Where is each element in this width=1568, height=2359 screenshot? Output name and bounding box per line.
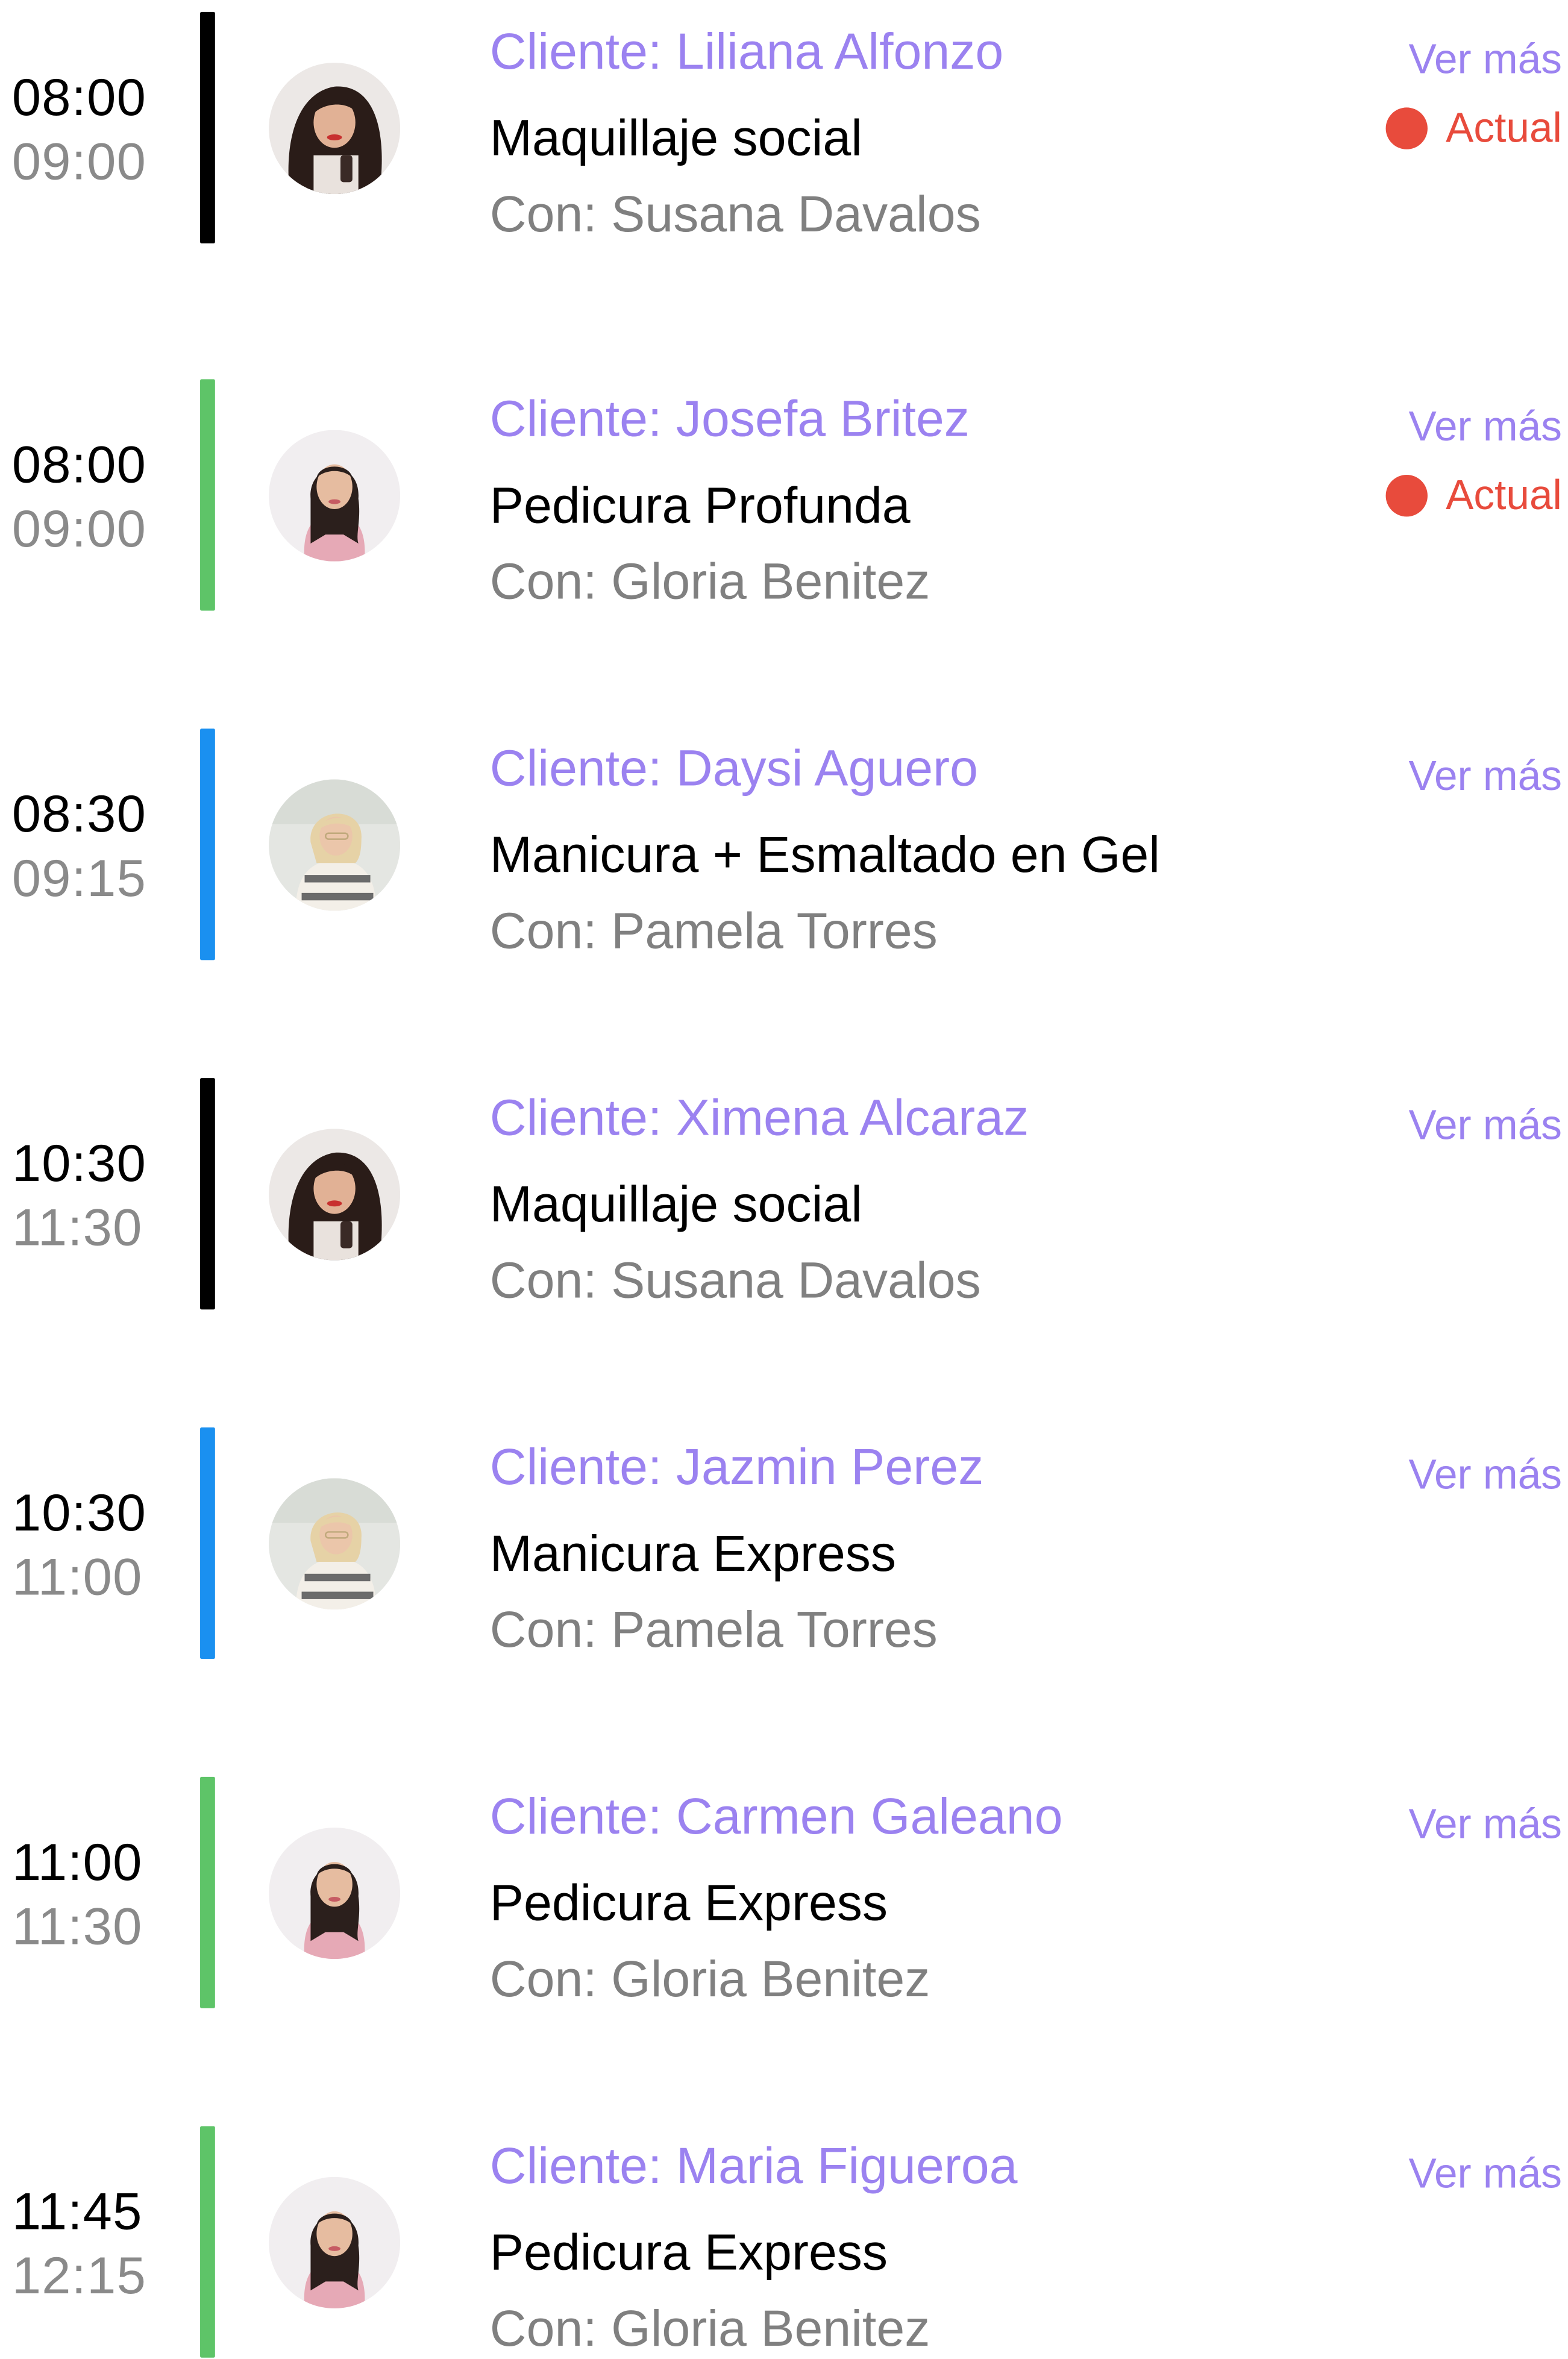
staff-name: Con: Pamela Torres [489,1602,938,1659]
staff-name: Con: Gloria Benitez [489,1951,930,2008]
status-label: Actual [1446,472,1562,518]
start-time: 11:45 [11,2182,143,2242]
status-badge: Actual [1386,472,1562,519]
avatar [269,2176,401,2308]
staff-name: Con: Susana Davalos [489,1253,981,1310]
ver-mas-link[interactable]: Ver más [1408,753,1561,800]
service-name: Pedicura Express [489,1875,888,1932]
appointment-item[interactable]: 08:30 09:15 Cliente: Daysi Aguero Manicu… [0,728,1568,960]
end-time: 09:00 [11,133,147,192]
appointment-item[interactable]: 11:45 12:15 Cliente: Maria Figueroa Pedi… [0,2126,1568,2358]
ver-mas-link[interactable]: Ver más [1408,1452,1561,1499]
client-name: Cliente: Maria Figueroa [489,2138,1018,2195]
ver-mas-link[interactable]: Ver más [1408,1800,1561,1848]
staff-name: Con: Gloria Benitez [489,2301,930,2358]
ver-mas-link[interactable]: Ver más [1408,1102,1561,1150]
service-name: Pedicura Express [489,2225,888,2282]
client-name: Cliente: Ximena Alcaraz [489,1089,1029,1147]
status-label: Actual [1446,104,1562,151]
start-time: 10:30 [11,1484,147,1543]
status-badge: Actual [1386,104,1562,152]
avatar [269,430,401,562]
category-bar [200,1776,215,2008]
status-dot-icon [1386,107,1428,149]
client-name: Cliente: Daysi Aguero [489,741,978,798]
appointment-item[interactable]: 08:00 09:00 Cliente: Josefa Britez Pedic… [0,379,1568,611]
end-time: 09:15 [11,849,147,908]
appointment-item[interactable]: 10:30 11:00 Cliente: Jazmin Perez Manicu… [0,1427,1568,1659]
service-name: Maquillaje social [489,110,862,168]
end-time: 11:30 [11,1198,143,1258]
staff-name: Con: Susana Davalos [489,186,981,243]
staff-name: Con: Gloria Benitez [489,554,930,611]
avatar [269,1129,401,1261]
end-time: 11:30 [11,1897,143,1956]
start-time: 08:00 [11,68,147,127]
category-bar [200,1427,215,1659]
service-name: Pedicura Profunda [489,477,911,535]
status-dot-icon [1386,475,1428,517]
category-bar [200,1078,215,1310]
service-name: Manicura Express [489,1526,897,1583]
appointment-item[interactable]: 08:00 09:00 Cliente: Liliana Alfonzo Maq… [0,11,1568,243]
end-time: 09:00 [11,500,147,559]
end-time: 12:15 [11,2247,147,2306]
start-time: 08:00 [11,436,147,495]
client-name: Cliente: Liliana Alfonzo [489,23,1004,81]
appointment-item[interactable]: 10:30 11:30 Cliente: Ximena Alcaraz Maqu… [0,1078,1568,1310]
ver-mas-link[interactable]: Ver más [1408,403,1561,451]
client-name: Cliente: Josefa Britez [489,391,970,448]
staff-name: Con: Pamela Torres [489,903,938,960]
service-name: Maquillaje social [489,1176,862,1233]
appointment-item[interactable]: 11:00 11:30 Cliente: Carmen Galeano Pedi… [0,1776,1568,2008]
client-name: Cliente: Jazmin Perez [489,1439,984,1496]
start-time: 08:30 [11,785,147,844]
ver-mas-link[interactable]: Ver más [1408,36,1561,83]
start-time: 11:00 [11,1833,143,1892]
start-time: 10:30 [11,1135,147,1193]
category-bar [200,728,215,960]
avatar [269,779,401,911]
service-name: Manicura + Esmaltado en Gel [489,827,1161,884]
avatar [269,1478,401,1610]
avatar [269,1828,401,1960]
avatar [269,63,401,195]
category-bar [200,11,215,243]
client-name: Cliente: Carmen Galeano [489,1788,1063,1846]
category-bar [200,379,215,611]
category-bar [200,2126,215,2358]
appointment-list: 08:00 09:00 Cliente: Liliana Alfonzo Maq… [0,0,1568,2358]
ver-mas-link[interactable]: Ver más [1408,2150,1561,2198]
end-time: 11:00 [11,1548,143,1607]
